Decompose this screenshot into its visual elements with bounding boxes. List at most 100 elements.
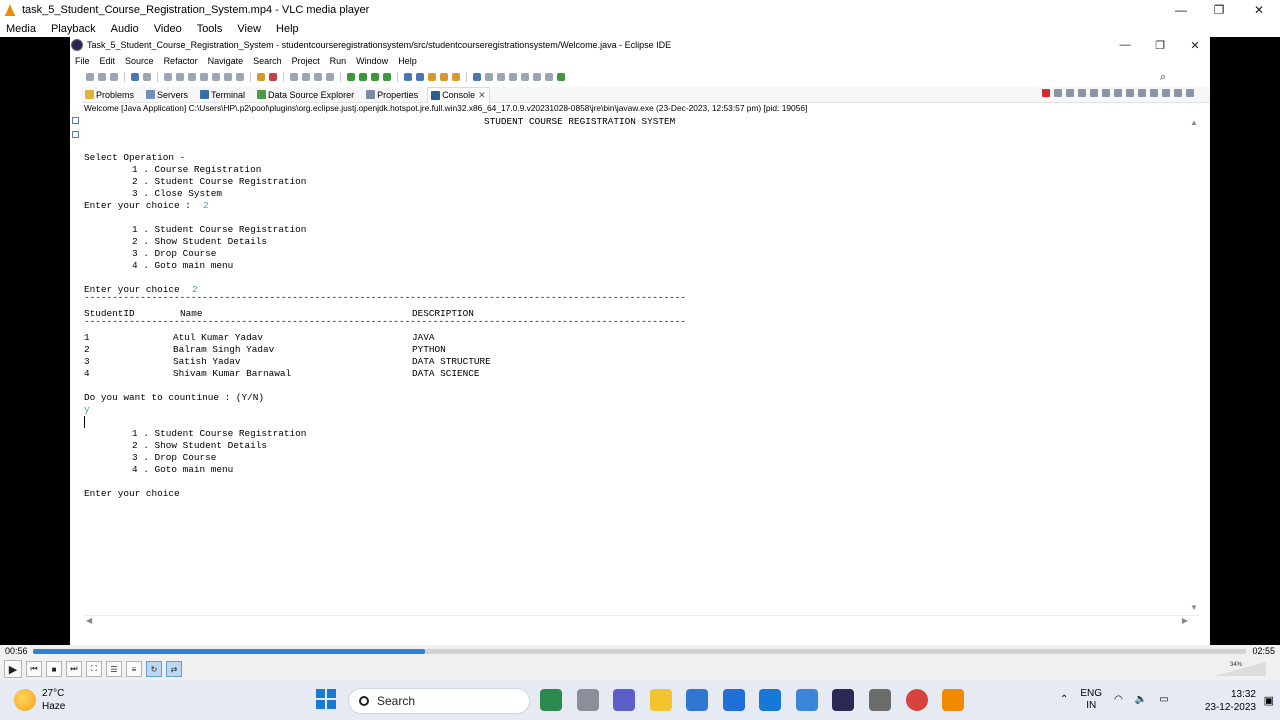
resume-icon[interactable] xyxy=(164,73,172,81)
server-icon[interactable] xyxy=(290,73,298,81)
last-edit-icon[interactable] xyxy=(521,73,529,81)
step-return-icon[interactable] xyxy=(236,73,244,81)
eclipse-menu-run[interactable]: Run xyxy=(330,56,347,66)
search-toolbar-icon[interactable] xyxy=(452,73,460,81)
wifi-icon[interactable]: ◠ xyxy=(1114,694,1123,706)
vlc-menu-view[interactable]: View xyxy=(237,23,261,35)
vlc-menu-media[interactable]: Media xyxy=(6,23,36,35)
display-console-icon[interactable] xyxy=(1138,89,1146,97)
step-over-icon[interactable] xyxy=(224,73,232,81)
eclipse-menu-navigate[interactable]: Navigate xyxy=(208,56,244,66)
open-console-icon[interactable] xyxy=(1150,89,1158,97)
settings-gear-icon[interactable] xyxy=(869,689,891,711)
start-button[interactable] xyxy=(316,689,336,709)
shuffle-button[interactable]: ⇄ xyxy=(166,661,182,677)
restore-button[interactable]: ❐ xyxy=(1200,0,1238,20)
console-horizontal-scrollbar[interactable]: ◀ ▶ xyxy=(84,615,1200,627)
disconnect-icon[interactable] xyxy=(200,73,208,81)
eclipse-menu-source[interactable]: Source xyxy=(125,56,154,66)
terminal-toolbar-icon[interactable] xyxy=(131,73,139,81)
vlc-menu-help[interactable]: Help xyxy=(276,23,299,35)
toggle-word-wrap-icon[interactable] xyxy=(302,73,310,81)
open-task-icon[interactable] xyxy=(257,73,265,81)
vlc-menu-tools[interactable]: Tools xyxy=(197,23,223,35)
tab-problems[interactable]: Problems xyxy=(82,87,137,103)
maximize-view-icon[interactable] xyxy=(1186,89,1194,97)
restore-view-icon[interactable] xyxy=(72,117,79,124)
close-tab-icon[interactable]: ✕ xyxy=(478,90,486,101)
eclipse-menu-edit[interactable]: Edit xyxy=(100,56,116,66)
tab-console[interactable]: Console ✕ xyxy=(427,86,490,103)
skip-breakpoints-icon[interactable] xyxy=(143,73,151,81)
forward-icon[interactable] xyxy=(545,73,553,81)
new-class-icon[interactable] xyxy=(428,73,436,81)
show-console-icon[interactable] xyxy=(1114,89,1122,97)
terminate-console-icon[interactable] xyxy=(1042,89,1050,97)
copilot-icon[interactable] xyxy=(540,689,562,711)
volume-icon[interactable]: 🔈 xyxy=(1135,694,1147,706)
task-view-icon[interactable] xyxy=(577,689,599,711)
eclipse-maximize-button[interactable]: ❐ xyxy=(1143,37,1177,53)
playlist-button[interactable]: ≡ xyxy=(126,661,142,677)
tab-data-source-explorer[interactable]: Data Source Explorer xyxy=(254,87,357,103)
terminate-icon[interactable] xyxy=(188,73,196,81)
eclipse-menu-window[interactable]: Window xyxy=(356,56,388,66)
clear-console-icon[interactable] xyxy=(1078,89,1086,97)
external-tools-icon[interactable] xyxy=(383,73,391,81)
back-icon[interactable] xyxy=(533,73,541,81)
open-type-icon[interactable] xyxy=(440,73,448,81)
previous-button[interactable]: ⏮ xyxy=(26,661,42,677)
teams-icon[interactable] xyxy=(613,689,635,711)
new-icon[interactable] xyxy=(86,73,94,81)
view-menu-icon[interactable] xyxy=(1162,89,1170,97)
notepad-icon[interactable] xyxy=(796,689,818,711)
scroll-lock-icon[interactable] xyxy=(1090,89,1098,97)
pin-editor-icon[interactable] xyxy=(485,73,493,81)
step-into-icon[interactable] xyxy=(212,73,220,81)
scroll-right-icon[interactable]: ▶ xyxy=(1182,616,1188,625)
eclipse-close-button[interactable]: ✕ xyxy=(1178,37,1212,53)
save-all-icon[interactable] xyxy=(110,73,118,81)
remove-all-terminated-icon[interactable] xyxy=(1066,89,1074,97)
share-icon[interactable] xyxy=(557,73,565,81)
debug-icon[interactable] xyxy=(347,73,355,81)
vlc-menu-video[interactable]: Video xyxy=(154,23,182,35)
eclipse-menu-search[interactable]: Search xyxy=(253,56,282,66)
toggle-block-selection-icon[interactable] xyxy=(314,73,322,81)
new-package-icon[interactable] xyxy=(416,73,424,81)
eclipse-search-icon[interactable]: ⌕ xyxy=(1160,71,1166,84)
play-button[interactable]: ▶ xyxy=(4,660,22,678)
seek-slider[interactable] xyxy=(33,649,1246,654)
tab-terminal[interactable]: Terminal xyxy=(197,87,248,103)
minimize-view-icon[interactable] xyxy=(1174,89,1182,97)
previous-annotation-icon[interactable] xyxy=(509,73,517,81)
pin-console-icon[interactable] xyxy=(1126,89,1134,97)
taskbar-clock[interactable]: 13:32 23-12-2023 xyxy=(1205,688,1256,714)
scroll-up-icon[interactable]: ▲ xyxy=(1190,118,1198,127)
volume-slider[interactable]: 34% xyxy=(1214,662,1266,676)
fullscreen-button[interactable]: ⛶ xyxy=(86,661,102,677)
scroll-down-icon[interactable]: ▼ xyxy=(1190,603,1198,612)
minimized-view-icon[interactable] xyxy=(72,131,79,138)
weather-widget[interactable]: 27°C Haze xyxy=(14,687,65,713)
mail-icon[interactable] xyxy=(759,689,781,711)
remove-launch-icon[interactable] xyxy=(1054,89,1062,97)
chrome-icon[interactable] xyxy=(906,689,928,711)
loop-button[interactable]: ↻ xyxy=(146,661,162,677)
web-browser-icon[interactable] xyxy=(473,73,481,81)
stop-button[interactable]: ■ xyxy=(46,661,62,677)
vscode-icon[interactable] xyxy=(723,689,745,711)
extended-settings-button[interactable]: ☰ xyxy=(106,661,122,677)
word-wrap-icon[interactable] xyxy=(1102,89,1110,97)
save-icon[interactable] xyxy=(98,73,106,81)
eclipse-menu-refactor[interactable]: Refactor xyxy=(164,56,198,66)
coverage-icon[interactable] xyxy=(371,73,379,81)
next-button[interactable]: ⏭ xyxy=(66,661,82,677)
battery-icon[interactable]: ▭ xyxy=(1159,694,1168,706)
toggle-mark-icon[interactable] xyxy=(269,73,277,81)
minimize-button[interactable]: — xyxy=(1162,0,1200,20)
console-vertical-scrollbar[interactable]: ▲ ▼ xyxy=(1188,116,1200,612)
eclipse-menu-project[interactable]: Project xyxy=(292,56,320,66)
suspend-icon[interactable] xyxy=(176,73,184,81)
language-indicator[interactable]: ENG IN xyxy=(1080,688,1102,712)
